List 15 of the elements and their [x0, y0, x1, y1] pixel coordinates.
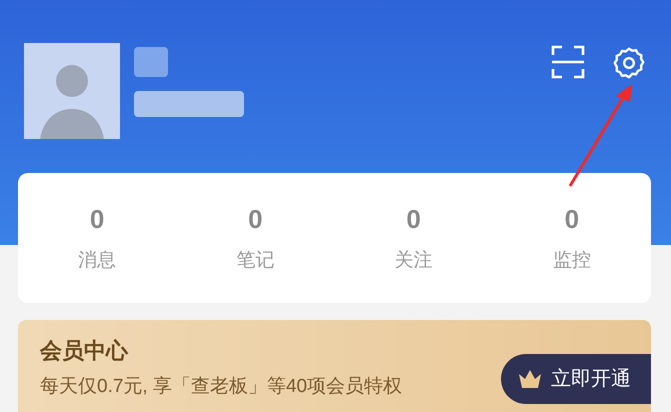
stat-label[interactable]: 监控 [552, 247, 591, 276]
stat-label[interactable]: 笔记 [236, 247, 274, 276]
stat-label[interactable]: 消息 [78, 247, 116, 276]
membership-title: 会员中心 [40, 337, 130, 365]
crown-icon [517, 368, 543, 390]
name-placeholder [134, 47, 168, 77]
stat-value: 0 [90, 203, 104, 236]
scan-icon[interactable] [551, 45, 585, 79]
activate-button[interactable]: 立即开通 [501, 354, 651, 404]
stat-value: 0 [406, 203, 421, 236]
stat-label[interactable]: 关注 [394, 247, 433, 276]
settings-icon[interactable] [611, 45, 647, 81]
membership-description: 每天仅0.7元, 享「查老板」等40项会员特权 [40, 375, 402, 399]
stat-value: 0 [248, 203, 263, 236]
stat-value: 0 [564, 203, 580, 236]
